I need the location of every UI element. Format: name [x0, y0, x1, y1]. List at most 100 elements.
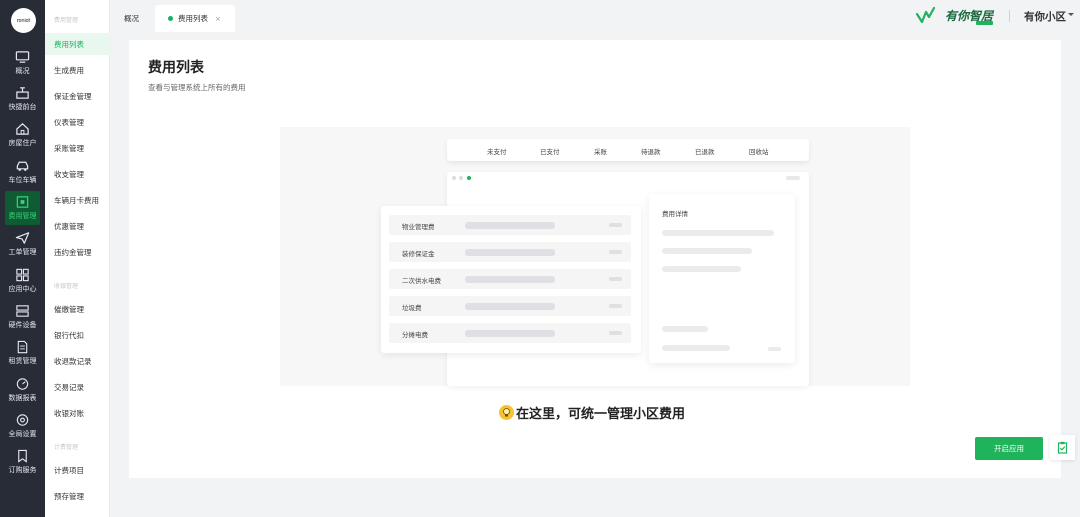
promo-message: 在这里，可统一管理小区费用: [499, 403, 685, 422]
active-dot-icon: [168, 16, 173, 21]
rail-item-front-desk[interactable]: 快捷前台: [0, 82, 45, 116]
rail-label: 硬件设备: [8, 321, 37, 329]
sub-menu: 费用管理 费用列表 生成费用 保证金管理 仪表管理 采账管理 收支管理 车辆月卡…: [45, 0, 110, 517]
submenu-item-generate-fee[interactable]: 生成费用: [45, 59, 110, 81]
window-dot: [459, 176, 463, 180]
rail-item-reports[interactable]: 数据报表: [0, 373, 45, 407]
submenu-item-bank-debit[interactable]: 银行代扣: [45, 324, 110, 346]
window-dot: [452, 176, 456, 180]
tab-fee-list[interactable]: 费用列表 ×: [155, 5, 235, 32]
submenu-item-transactions[interactable]: 交易记录: [45, 376, 110, 398]
tab-label: 概况: [124, 14, 139, 23]
clipboard-check-icon: [1057, 441, 1068, 454]
page-title: 费用列表: [148, 60, 204, 76]
illustration-detail-card: [649, 194, 795, 363]
community-switcher[interactable]: 有你小区: [1024, 9, 1066, 24]
tab-label: 费用列表: [178, 14, 208, 23]
row-label: 物业管理费: [402, 223, 435, 231]
close-icon[interactable]: ×: [215, 15, 221, 23]
rail-item-parking[interactable]: 车位车辆: [0, 155, 45, 189]
illustration-row: 垃圾费: [389, 296, 631, 316]
gauge-icon: [15, 377, 31, 391]
rail-item-subscription[interactable]: 订购服务: [0, 445, 45, 479]
divider: [1009, 10, 1010, 22]
illustration-tab: 已支付: [540, 148, 560, 156]
submenu-item-prepaid[interactable]: 预存管理: [45, 485, 110, 507]
detail-placeholder: [768, 347, 781, 351]
submenu-item-income-expense[interactable]: 收支管理: [45, 163, 110, 185]
settings-icon: [15, 413, 31, 427]
paper-plane-icon: [15, 231, 31, 245]
rail-label: 车位车辆: [8, 176, 37, 184]
rail-label: 快捷前台: [8, 103, 37, 111]
main-nav-rail: roniot 概况 快捷前台 房屋住户 车位车辆 费用管理 工单管理 应用中心 …: [0, 0, 45, 517]
rail-item-housing[interactable]: 房屋住户: [0, 118, 45, 152]
illustration-tab: 已退款: [695, 148, 715, 156]
illustration-tabs: 未支付 已支付 采账 待退款 已退款 回收站: [447, 139, 809, 161]
chevron-down-icon[interactable]: [1068, 13, 1074, 16]
rail-item-overview[interactable]: 概况: [0, 46, 45, 80]
rail-item-global-settings[interactable]: 全局设置: [0, 409, 45, 443]
submenu-item-monthly-card[interactable]: 车辆月卡费用: [45, 189, 110, 211]
illustration-row: 物业管理费: [389, 215, 631, 235]
submenu-item-billing[interactable]: 采账管理: [45, 137, 110, 159]
window-dot: [467, 176, 471, 180]
submenu-item-refund-records[interactable]: 收退款记录: [45, 350, 110, 372]
brand-badge: [976, 21, 993, 25]
illustration-row: 装修保证金: [389, 242, 631, 262]
enable-app-button[interactable]: 开启应用: [975, 437, 1043, 460]
submenu-item-discounts[interactable]: 优惠管理: [45, 215, 110, 237]
monitor-icon: [15, 50, 31, 64]
bulb-emoji-icon: [499, 405, 514, 420]
tab-overview[interactable]: 概况: [124, 5, 139, 32]
illustration-tab: 回收站: [749, 148, 769, 156]
server-icon: [15, 304, 31, 318]
submenu-item-penalty[interactable]: 违约金管理: [45, 241, 110, 263]
rail-item-work-orders[interactable]: 工单管理: [0, 227, 45, 261]
detail-placeholder: [662, 345, 730, 351]
rail-item-hardware[interactable]: 硬件设备: [0, 300, 45, 334]
rail-label: 费用管理: [8, 212, 37, 220]
rail-label: 全局设置: [8, 430, 37, 438]
submenu-group-charging: 计费管理: [54, 444, 79, 451]
illustration-row: 分摊电费: [389, 323, 631, 343]
rail-label: 订购服务: [8, 466, 37, 474]
submenu-item-deposit[interactable]: 保证金管理: [45, 85, 110, 107]
rail-label: 概况: [15, 67, 30, 75]
detail-placeholder: [662, 326, 708, 332]
rail-item-fee-management[interactable]: 费用管理: [0, 191, 45, 225]
illustration-tab: 待退款: [641, 148, 661, 156]
detail-title: 费用详情: [662, 210, 688, 218]
fee-icon: [15, 195, 31, 209]
bookmark-icon: [15, 449, 31, 463]
illustration-tab: 未支付: [487, 148, 507, 156]
row-label: 装修保证金: [402, 250, 435, 258]
page-subtitle: 查看与管理系统上所有的费用: [148, 83, 246, 92]
submenu-group-fee: 费用管理: [54, 17, 79, 24]
rail-label: 房屋住户: [8, 139, 37, 147]
submenu-item-collection[interactable]: 催缴管理: [45, 298, 110, 320]
rail-label: 应用中心: [8, 285, 37, 293]
detail-placeholder: [662, 266, 741, 272]
illustration-tab: 采账: [594, 148, 607, 156]
illustration-row: 二次供水电费: [389, 269, 631, 289]
rail-item-leasing[interactable]: 租赁管理: [0, 336, 45, 370]
rail-label: 租赁管理: [8, 357, 37, 365]
desk-icon: [15, 86, 31, 100]
app-logo[interactable]: roniot: [11, 8, 36, 33]
row-label: 垃圾费: [402, 304, 422, 312]
promo-text: 在这里，可统一管理小区费用: [516, 407, 686, 422]
document-icon: [15, 340, 31, 354]
side-tool-button[interactable]: [1050, 435, 1075, 460]
submenu-item-reconciliation[interactable]: 收银对账: [45, 402, 110, 424]
rail-item-app-center[interactable]: 应用中心: [0, 264, 45, 298]
submenu-item-charge-items[interactable]: 计费项目: [45, 459, 110, 481]
detail-placeholder: [662, 248, 752, 254]
rail-label: 数据报表: [8, 394, 37, 402]
apps-grid-icon: [15, 268, 31, 282]
house-icon: [15, 122, 31, 136]
submenu-item-fee-list[interactable]: 费用列表: [45, 33, 110, 55]
car-icon: [15, 159, 31, 173]
submenu-item-meters[interactable]: 仪表管理: [45, 111, 110, 133]
row-label: 分摊电费: [402, 331, 428, 339]
